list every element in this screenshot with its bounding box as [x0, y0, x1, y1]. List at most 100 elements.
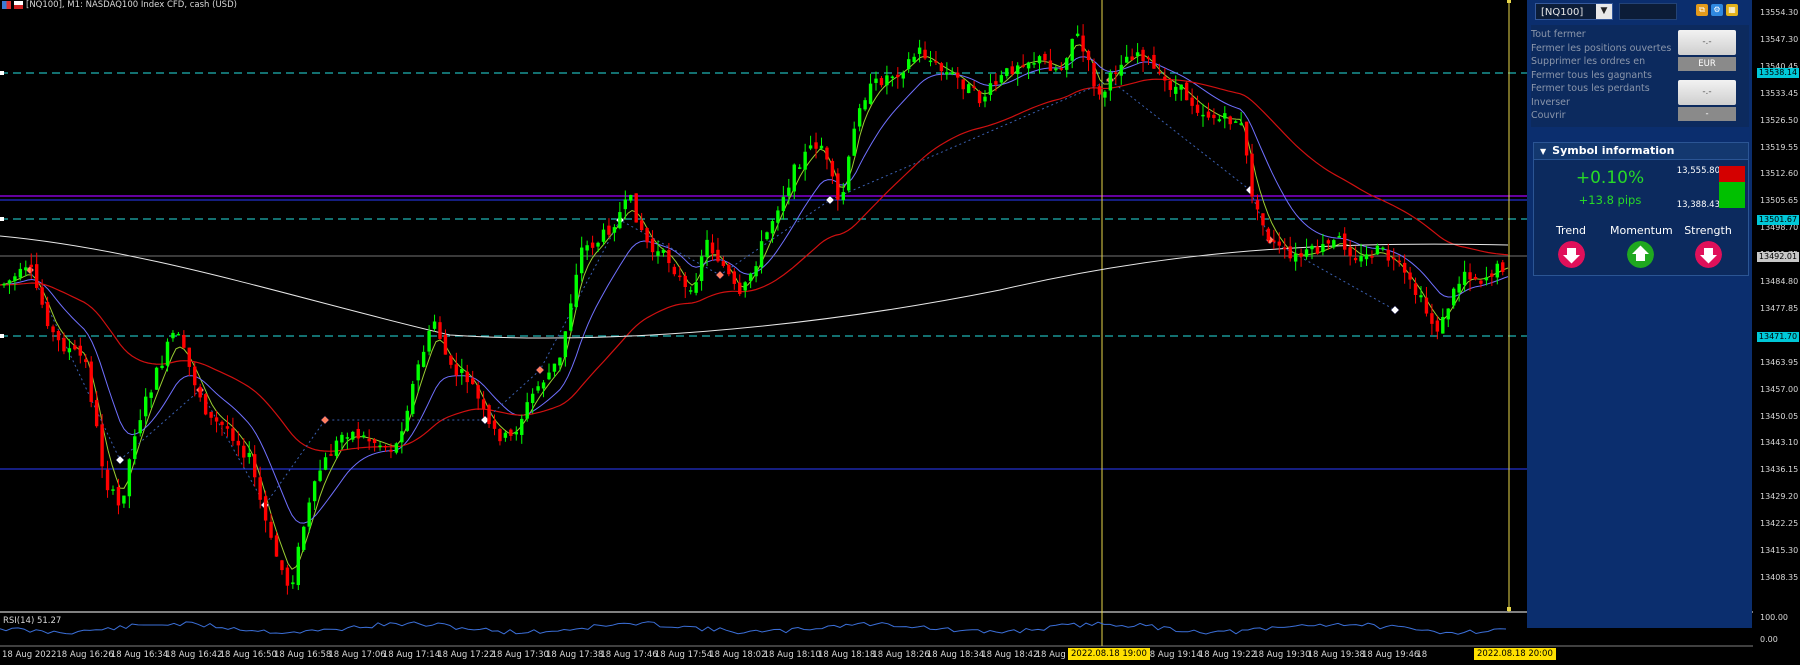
candle-body	[1266, 228, 1271, 241]
chevron-down-icon[interactable]: ▼	[1596, 4, 1612, 19]
candle-body	[465, 371, 469, 383]
grid-icon[interactable]: ▦	[1726, 4, 1738, 16]
candle-body	[105, 469, 110, 491]
candle-body	[1304, 249, 1309, 257]
candle-body	[896, 74, 900, 78]
symbol-info-header[interactable]: ▼ Symbol information	[1533, 142, 1749, 160]
cmd-hedge[interactable]: Couvrir	[1531, 110, 1566, 121]
cmd-close-open[interactable]: Fermer les positions ouvertes	[1531, 43, 1671, 54]
buy-button[interactable]: -.-	[1678, 80, 1736, 105]
ma-fast-line	[0, 44, 1509, 570]
price-axis[interactable]: 13554.30 13547.30 13540.45 13533.45 13526.50…	[1753, 0, 1800, 665]
candle-body	[411, 383, 415, 414]
candle-body	[1212, 114, 1216, 119]
candle-body	[999, 75, 1004, 83]
candle-body	[1086, 50, 1091, 61]
candle-body	[405, 410, 409, 431]
candle-body	[503, 432, 508, 438]
candle-body	[819, 145, 824, 149]
candle-body	[776, 210, 780, 223]
time-tick-label: 18 Aug 19:38	[1307, 650, 1365, 660]
rsi-axis-label: 0.00	[1760, 635, 1778, 644]
candle-body	[1239, 123, 1243, 125]
candle-body	[1026, 62, 1031, 69]
time-cursor-tag: 2022.08.18 19:00	[1068, 648, 1150, 660]
candle-body	[1119, 64, 1123, 76]
candle-body	[1293, 253, 1298, 262]
candle-body	[280, 560, 284, 571]
candle-body	[1244, 121, 1249, 156]
candle-body	[901, 72, 905, 79]
lot-input[interactable]	[1619, 3, 1677, 20]
candle-body	[149, 392, 153, 398]
candle-body	[1272, 240, 1276, 242]
chart-title: [NQ100], M1: NASDAQ100 Index CFD, cash (…	[26, 0, 237, 10]
candle-body	[1059, 68, 1063, 70]
candle-body	[885, 75, 889, 86]
candle-body	[89, 361, 93, 402]
signal-marker	[825, 195, 835, 205]
candle-body	[917, 47, 922, 54]
candle-body	[1195, 104, 1200, 113]
candle-body	[863, 100, 867, 110]
time-tick-label: 18 Aug 19:46	[1362, 650, 1420, 660]
cmd-close-winners[interactable]: Fermer tous les gagnants	[1531, 70, 1652, 81]
candle-body	[607, 225, 611, 235]
sell-button[interactable]: -.-	[1678, 30, 1736, 55]
candle-body	[623, 199, 627, 210]
zigzag-line	[29, 79, 1396, 506]
candle-body	[509, 429, 513, 436]
candle-body	[1157, 71, 1162, 74]
cmd-close-losers[interactable]: Fermer tous les perdants	[1531, 83, 1650, 94]
candle-body	[274, 535, 279, 557]
candle-body	[1462, 271, 1467, 286]
gear-icon[interactable]: ⚙	[1711, 4, 1723, 16]
candle-body	[1043, 53, 1047, 61]
candle-body	[1141, 49, 1145, 62]
cmd-reverse[interactable]: Inverser	[1531, 97, 1570, 108]
trend-label: Trend	[1555, 224, 1587, 237]
candle-body	[144, 396, 148, 417]
candle-body	[116, 487, 121, 506]
signal-marker	[715, 270, 725, 280]
candle-body	[716, 249, 720, 262]
cmd-delete-orders[interactable]: Supprimer les ordres en	[1531, 56, 1645, 67]
candle-body	[460, 368, 464, 373]
candle-body	[656, 251, 660, 256]
momentum-label: Momentum	[1610, 224, 1673, 237]
price-tick-label: 13477.85	[1760, 303, 1799, 313]
candle-body	[836, 173, 840, 200]
candle-body	[754, 266, 758, 277]
price-tick-label: 13463.95	[1760, 357, 1799, 367]
candle-body	[1310, 245, 1314, 250]
range-bar-low	[1719, 182, 1745, 208]
candle-body	[432, 321, 437, 329]
candle-body	[471, 378, 475, 385]
candle-body	[1114, 72, 1118, 74]
candle-body	[945, 72, 949, 75]
candle-body	[1184, 82, 1189, 101]
candle-body	[73, 345, 77, 350]
candle-body	[520, 418, 524, 435]
candle-body	[18, 268, 23, 278]
link-icon[interactable]: ⧉	[1696, 4, 1708, 16]
candle-body	[525, 402, 529, 419]
arrow-down-icon	[1558, 241, 1585, 268]
candle-body	[1501, 262, 1505, 272]
cmd-close-all[interactable]: Tout fermer	[1531, 29, 1586, 40]
price-chart[interactable]	[0, 0, 1753, 665]
candle-body	[329, 454, 333, 456]
candle-body	[705, 239, 709, 257]
candle-body	[1495, 263, 1499, 278]
candle-body	[590, 242, 595, 248]
price-tick-label: 13484.80	[1760, 277, 1799, 286]
time-axis[interactable]: 18 Aug 2022 18 Aug 16:26 18 Aug 16:34 18 Au…	[0, 646, 1753, 665]
candle-body	[427, 330, 431, 352]
candle-body	[923, 49, 927, 59]
candle-body	[1430, 313, 1434, 324]
candle-body	[1070, 38, 1074, 61]
candle-body	[1016, 65, 1020, 75]
candle-body	[345, 437, 350, 439]
candle-body	[220, 421, 224, 425]
candle-body	[236, 440, 241, 446]
